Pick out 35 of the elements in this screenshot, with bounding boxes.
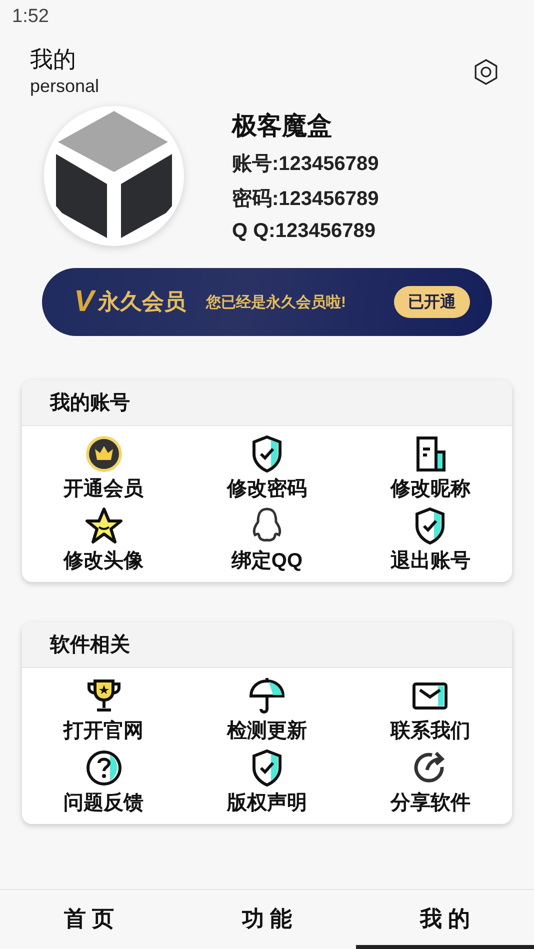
nav-tab[interactable]: 首 页 [0, 890, 178, 949]
menu-item[interactable]: 问题反馈 [22, 748, 186, 816]
crown-icon [84, 434, 124, 474]
nav-tab[interactable]: 我 的 [356, 890, 534, 949]
menu-item[interactable]: 修改密码 [185, 434, 349, 502]
menu-item[interactable]: 退出账号 [348, 506, 512, 574]
vip-message: 您已经是永久会员啦! [206, 292, 348, 312]
vip-title: 永久会员 [98, 288, 186, 316]
menu-item[interactable]: 开通会员 [22, 434, 186, 502]
menu-item[interactable]: 修改头像 [22, 506, 186, 574]
menu-item[interactable]: 联系我们 [348, 676, 512, 744]
star-icon [84, 506, 124, 546]
vip-logo: V [74, 285, 94, 319]
menu-item[interactable]: 打开官网 [22, 676, 186, 744]
activated-button[interactable]: 已开通 [394, 286, 470, 318]
status-time: 1:52 [12, 6, 49, 27]
account-detail: 密码:123456789 [232, 186, 379, 212]
account-detail: 账号:123456789 [232, 152, 379, 177]
menu-item[interactable]: 绑定QQ [185, 506, 349, 574]
menu-item[interactable]: 修改昵称 [348, 434, 512, 502]
menu-item[interactable]: 分享软件 [348, 748, 512, 816]
question-icon [84, 748, 124, 788]
menu-item[interactable]: 检测更新 [185, 676, 349, 744]
section-title: 我的账号 [50, 391, 130, 416]
menu-item[interactable]: 版权声明 [185, 748, 349, 816]
settings-icon[interactable] [472, 58, 500, 86]
umbrella-icon [246, 676, 287, 716]
user-name: 极客魔盒 [232, 111, 333, 142]
account-detail: Q Q:123456789 [232, 220, 376, 243]
section-title: 软件相关 [50, 632, 130, 658]
nav-tab[interactable]: 功 能 [178, 890, 356, 949]
vip-banner[interactable]: V永久会员 您已经是永久会员啦! 已开通 [42, 268, 492, 336]
page-subtitle: personal [30, 75, 100, 98]
avatar-cube-icon[interactable] [44, 106, 184, 246]
page-title: 我的 [30, 45, 77, 74]
